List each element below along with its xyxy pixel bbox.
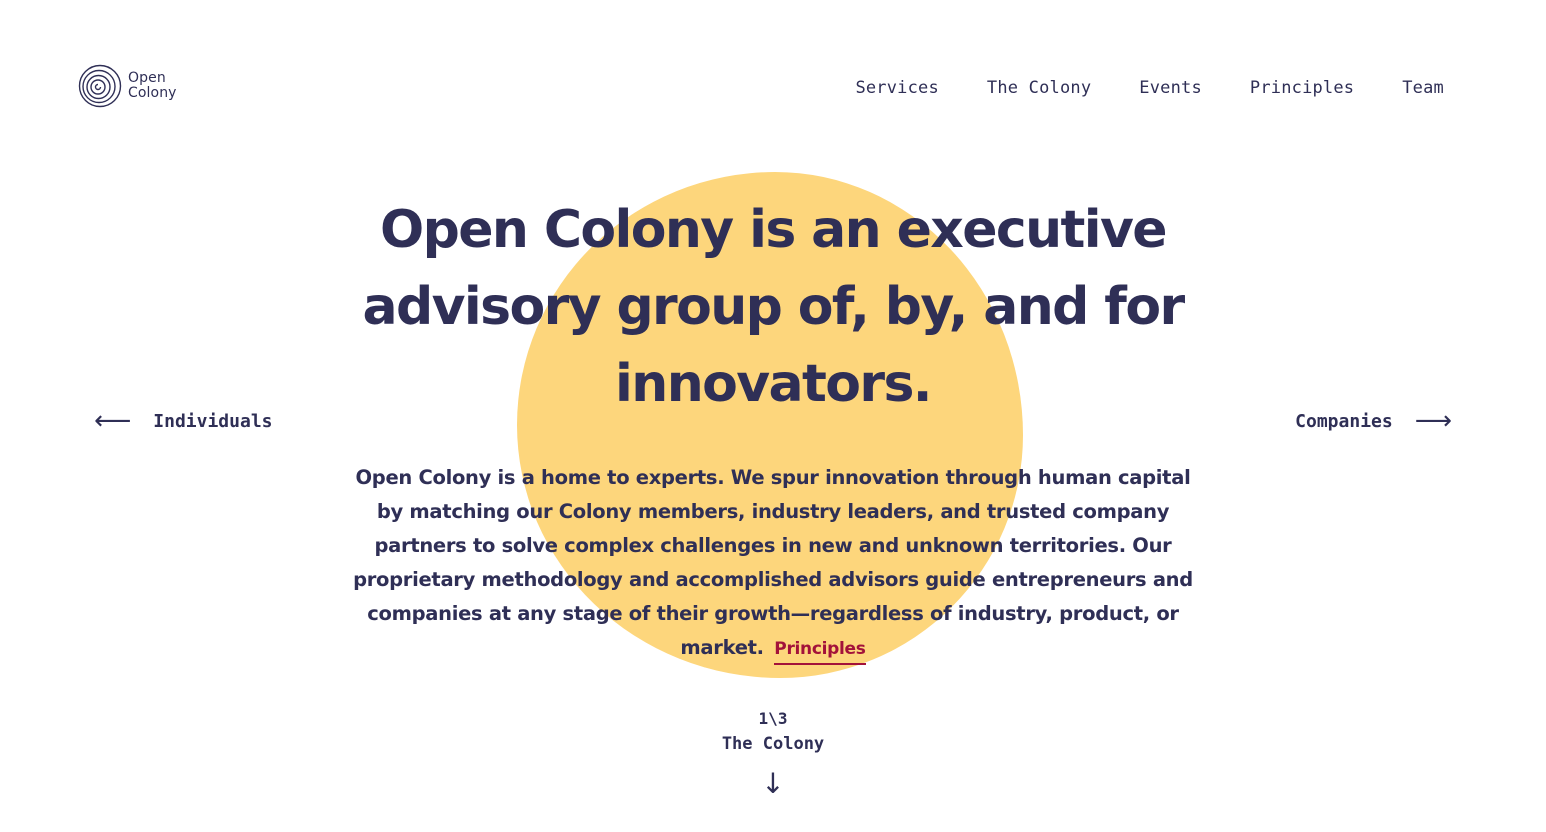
logo-link[interactable]: Open Colony [78, 64, 177, 108]
pager-count: 1\3 [758, 709, 788, 728]
nav-services[interactable]: Services [855, 78, 938, 98]
pager-section-label: The Colony [721, 734, 825, 754]
arrow-left-icon: ⟵ [94, 406, 132, 436]
principles-link[interactable]: Principles [774, 639, 866, 665]
prev-slide-individuals[interactable]: ⟵ Individuals [94, 408, 273, 434]
prev-slide-label: Individuals [153, 410, 273, 432]
main-nav: Services The Colony Events Principles Te… [855, 78, 1444, 98]
section-pager: 1\3 The Colony ↓ [0, 708, 1546, 798]
logo-icon [78, 64, 122, 108]
nav-the-colony[interactable]: The Colony [987, 78, 1091, 98]
hero-title: Open Colony is an executive advisory gro… [362, 200, 1185, 414]
arrow-right-icon: ⟶ [1414, 406, 1452, 436]
nav-team[interactable]: Team [1402, 78, 1444, 98]
nav-events[interactable]: Events [1139, 78, 1202, 98]
next-slide-label: Companies [1295, 410, 1393, 432]
arrow-down-icon[interactable]: ↓ [761, 770, 784, 798]
next-slide-companies[interactable]: Companies ⟶ [1295, 408, 1452, 434]
hero-description-text: Open Colony is a home to experts. We spu… [353, 466, 1193, 659]
hero-description: Open Colony is a home to experts. We spu… [340, 461, 1206, 666]
logo-line-2: Colony [128, 85, 177, 101]
nav-principles[interactable]: Principles [1250, 78, 1354, 98]
logo-wordmark: Open Colony [128, 71, 177, 101]
logo-line-1: Open [128, 70, 166, 86]
